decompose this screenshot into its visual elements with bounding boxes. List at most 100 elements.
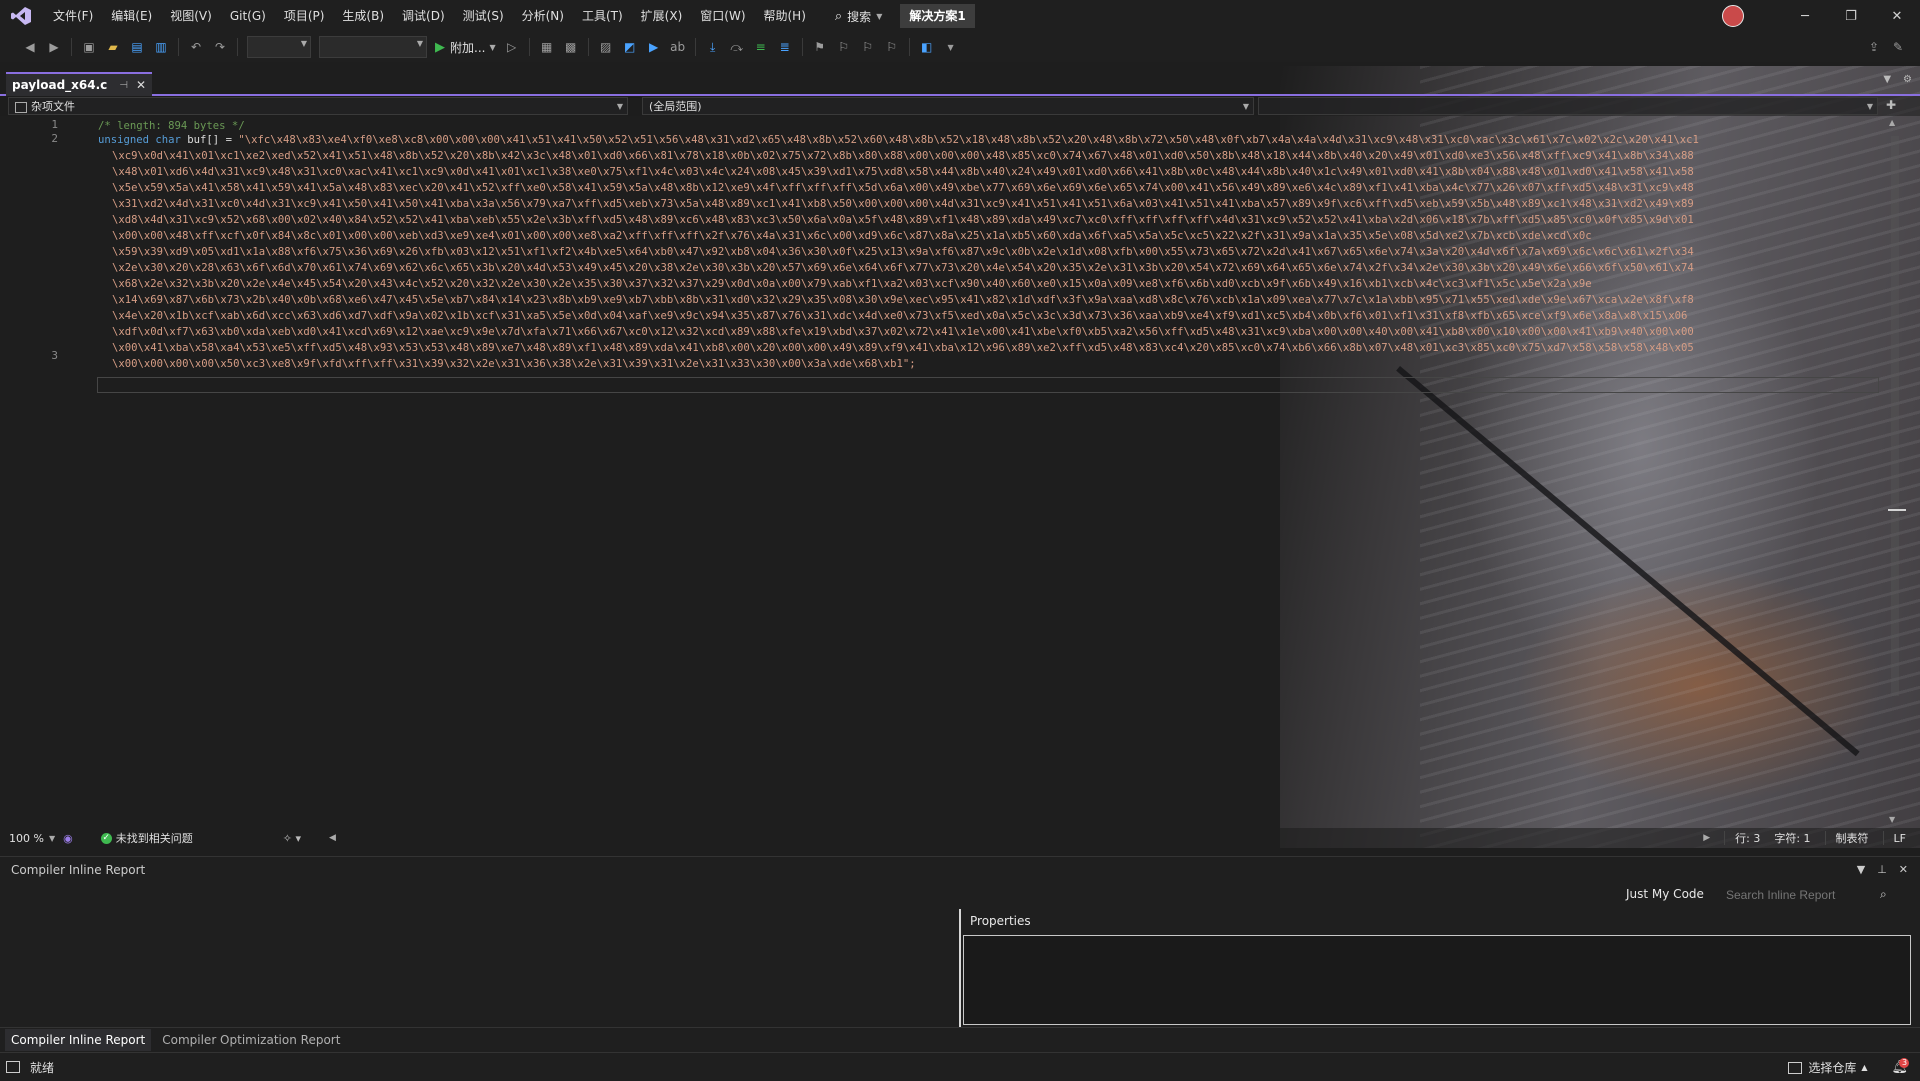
- code-line-wrap: \xd8\x4d\x31\xc9\x52\x68\x00\x02\x40\x84…: [112, 212, 1694, 228]
- search-icon[interactable]: ⌕: [1880, 887, 1887, 902]
- menu-git[interactable]: Git(G): [221, 0, 275, 32]
- save-icon[interactable]: ▤: [127, 37, 147, 57]
- diagnostics-icon[interactable]: ▨: [596, 37, 616, 57]
- global-scope-dropdown[interactable]: (全局范围) ▼: [642, 97, 1254, 115]
- menu-extensions[interactable]: 扩展(X): [632, 0, 692, 32]
- step-over-icon[interactable]: ⤼: [727, 37, 747, 57]
- uncomment-lines-icon[interactable]: ≣: [775, 37, 795, 57]
- toolbar-right: ⇪ ✎: [1862, 37, 1910, 57]
- close-tab-icon[interactable]: ✕: [136, 78, 146, 92]
- line-ending[interactable]: LF: [1894, 832, 1906, 845]
- menu-window[interactable]: 窗口(W): [691, 0, 754, 32]
- tab-settings-gear-icon[interactable]: ⚙: [1903, 74, 1912, 85]
- chevron-up-icon[interactable]: ▲: [1861, 1063, 1867, 1072]
- code-text-area[interactable]: /* length: 894 bytes */ unsigned char bu…: [98, 118, 1858, 814]
- menu-debug[interactable]: 调试(D): [393, 0, 454, 32]
- start-without-debugging-icon[interactable]: ▷: [502, 37, 522, 57]
- panel-menu-chevron-icon[interactable]: ▼: [1857, 863, 1865, 876]
- browser-link-icon[interactable]: ▦: [537, 37, 557, 57]
- save-all-icon[interactable]: ▥: [151, 37, 171, 57]
- tab-compiler-optimization-report[interactable]: Compiler Optimization Report: [156, 1029, 346, 1051]
- scroll-up-icon[interactable]: ▲: [1889, 118, 1895, 127]
- solution-name-badge[interactable]: 解决方案1: [900, 4, 975, 28]
- select-repository-button[interactable]: 选择仓库: [1808, 1059, 1856, 1076]
- previous-bookmark-icon[interactable]: ⚐: [834, 37, 854, 57]
- scroll-down-icon[interactable]: ▼: [1889, 815, 1895, 824]
- tab-payload-x64-c[interactable]: payload_x64.c ⊣ ✕: [6, 72, 153, 96]
- menu-file[interactable]: 文件(F): [44, 0, 102, 32]
- menu-view[interactable]: 视图(V): [161, 0, 221, 32]
- visual-studio-logo-icon[interactable]: [10, 6, 32, 26]
- next-bookmark-icon[interactable]: ⚐: [858, 37, 878, 57]
- clear-bookmarks-icon[interactable]: ⚐: [882, 37, 902, 57]
- attach-button[interactable]: ▶ 附加... ▼: [435, 39, 496, 56]
- chevron-down-icon[interactable]: ▼: [49, 834, 55, 843]
- code-line-wrap: \xc9\x0d\x41\x01\xc1\xe2\xed\x52\x41\x51…: [112, 148, 1694, 164]
- new-project-icon[interactable]: ▣: [79, 37, 99, 57]
- menu-edit[interactable]: 编辑(E): [102, 0, 161, 32]
- spell-check-icon[interactable]: ab: [668, 37, 688, 57]
- window-controls: ─ ❐ ✕: [1722, 0, 1920, 32]
- attach-label: 附加...: [450, 40, 486, 55]
- code-line-wrap: \x00\x00\x48\xff\xcf\x0f\x84\x8c\x01\x00…: [112, 228, 1592, 244]
- close-panel-icon[interactable]: ✕: [1899, 863, 1908, 876]
- menu-build[interactable]: 生成(B): [333, 0, 393, 32]
- toolbar-overflow-icon[interactable]: ▼: [941, 37, 961, 57]
- scroll-left-icon[interactable]: ◀: [329, 833, 336, 843]
- navigate-forward-icon[interactable]: ▶: [44, 37, 64, 57]
- zoom-level[interactable]: 100 %: [9, 832, 49, 845]
- output-window-icon[interactable]: [6, 1061, 20, 1073]
- menu-analyze[interactable]: 分析(N): [513, 0, 573, 32]
- issues-status[interactable]: 未找到相关问题: [116, 830, 193, 846]
- code-identifier: buf[] =: [180, 134, 239, 146]
- menu-project[interactable]: 项目(P): [275, 0, 334, 32]
- redo-icon[interactable]: ↷: [210, 37, 230, 57]
- tab-compiler-inline-report[interactable]: Compiler Inline Report: [5, 1029, 152, 1051]
- live-share-icon[interactable]: ◩: [620, 37, 640, 57]
- undo-icon[interactable]: ↶: [186, 37, 206, 57]
- code-cleanup-brush-icon[interactable]: ✧ ▾: [283, 832, 301, 845]
- toolbar-separator: [237, 38, 238, 56]
- menu-help[interactable]: 帮助(H): [755, 0, 815, 32]
- search-inline-report-input[interactable]: [1722, 885, 1900, 905]
- copilot-icon[interactable]: ◉: [63, 832, 73, 845]
- platform-dropdown[interactable]: ▼: [319, 36, 427, 58]
- line-indicator[interactable]: 行: 3: [1735, 830, 1760, 846]
- tab-list-chevron-icon[interactable]: ▼: [1883, 74, 1891, 85]
- scrollbar-thumb[interactable]: [1891, 136, 1899, 696]
- member-dropdown[interactable]: ▼: [1258, 97, 1878, 115]
- configuration-dropdown[interactable]: ▼: [247, 36, 311, 58]
- format-document-icon[interactable]: ◧: [917, 37, 937, 57]
- indent-mode[interactable]: 制表符: [1836, 830, 1869, 846]
- pin-icon[interactable]: ⊥: [1877, 863, 1887, 876]
- restore-icon[interactable]: ❐: [1828, 0, 1874, 32]
- navigate-back-icon[interactable]: ◀: [20, 37, 40, 57]
- current-line-highlight: [97, 377, 1879, 393]
- scroll-right-icon[interactable]: ▶: [1703, 833, 1710, 843]
- char-indicator[interactable]: 字符: 1: [1774, 830, 1810, 846]
- code-string: \x4e\x20\x1b\xcf\xab\x6d\xcc\x63\xd6\xd7…: [112, 310, 1688, 322]
- minimize-icon[interactable]: ─: [1782, 0, 1828, 32]
- just-my-code-toggle[interactable]: Just My Code: [1626, 887, 1704, 901]
- feedback-icon[interactable]: ✎: [1888, 37, 1908, 57]
- step-into-icon[interactable]: ⤓: [703, 37, 723, 57]
- properties-splitter[interactable]: [959, 909, 961, 1027]
- vertical-scrollbar[interactable]: ▲ ▼: [1888, 118, 1906, 824]
- code-string: \x2e\x30\x20\x28\x63\x6f\x6d\x70\x61\x74…: [112, 262, 1694, 274]
- notification-bell-icon[interactable]: 🔔︎ 3: [1891, 1058, 1910, 1075]
- run-icon[interactable]: ▶: [644, 37, 664, 57]
- menu-tools[interactable]: 工具(T): [573, 0, 632, 32]
- search-button[interactable]: ⌕ 搜索 ▼: [825, 4, 892, 28]
- close-icon[interactable]: ✕: [1874, 0, 1920, 32]
- share-icon[interactable]: ⇪: [1864, 37, 1884, 57]
- comment-lines-icon[interactable]: ≡: [751, 37, 771, 57]
- split-window-icon[interactable]: ✚: [1886, 98, 1896, 112]
- hot-reload-icon[interactable]: ▩: [561, 37, 581, 57]
- pin-icon[interactable]: ⊣: [119, 80, 128, 91]
- account-avatar[interactable]: [1722, 5, 1744, 27]
- menu-test[interactable]: 测试(S): [454, 0, 513, 32]
- bookmark-icon[interactable]: ⚑: [810, 37, 830, 57]
- project-scope-dropdown[interactable]: 杂项文件 ▼: [8, 97, 628, 115]
- toolbar-separator: [587, 38, 589, 56]
- open-folder-icon[interactable]: ▰: [103, 37, 123, 57]
